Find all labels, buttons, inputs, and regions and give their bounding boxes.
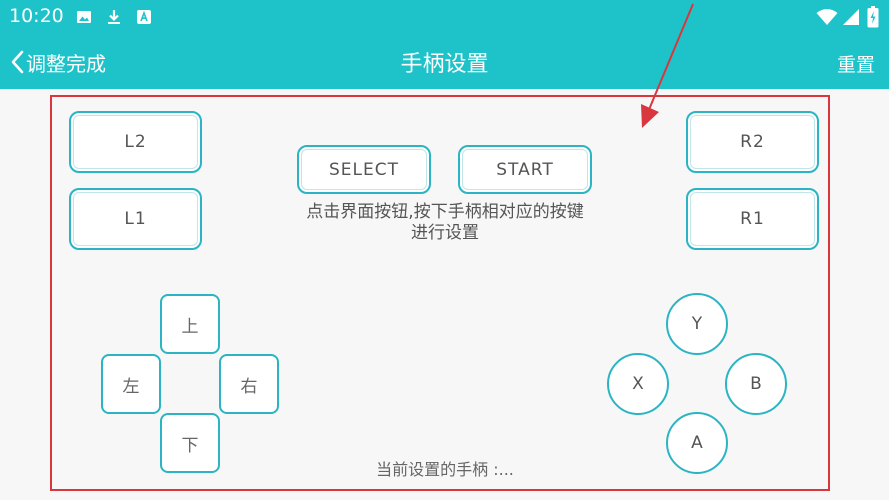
- select-button[interactable]: SELECT: [297, 145, 431, 194]
- dpad-left-button[interactable]: 左: [101, 354, 161, 414]
- reset-button[interactable]: 重置: [837, 50, 875, 77]
- app-bar: 调整完成 手柄设置 重置: [0, 34, 889, 89]
- l1-button[interactable]: L1: [69, 188, 202, 250]
- b-button[interactable]: B: [725, 353, 787, 415]
- signal-icon: [843, 9, 859, 25]
- status-bar: 10:20: [0, 0, 889, 34]
- dpad-up-button[interactable]: 上: [160, 294, 220, 354]
- a-box-icon: [137, 10, 151, 24]
- dpad-right-button[interactable]: 右: [219, 354, 279, 414]
- battery-charging-icon: [867, 6, 879, 28]
- page-title: 手柄设置: [400, 52, 489, 77]
- instruction-line-2: 进行设置: [411, 223, 479, 243]
- r1-button[interactable]: R1: [686, 188, 819, 250]
- x-button[interactable]: X: [607, 353, 669, 415]
- image-icon: [77, 11, 91, 23]
- instruction-text: 点击界面按钮,按下手柄相对应的按键 进行设置: [270, 202, 620, 244]
- y-button[interactable]: Y: [666, 293, 728, 355]
- status-time: 10:20: [9, 5, 64, 27]
- dpad-down-button[interactable]: 下: [160, 413, 220, 473]
- r2-button[interactable]: R2: [686, 111, 819, 173]
- instruction-line-1: 点击界面按钮,按下手柄相对应的按键: [306, 202, 584, 222]
- a-button[interactable]: A: [666, 412, 728, 474]
- wifi-icon: [816, 9, 838, 25]
- l2-button[interactable]: L2: [69, 111, 202, 173]
- current-controller-text: 当前设置的手柄 :...: [376, 460, 514, 479]
- download-icon: [108, 10, 120, 24]
- start-button[interactable]: START: [458, 145, 592, 194]
